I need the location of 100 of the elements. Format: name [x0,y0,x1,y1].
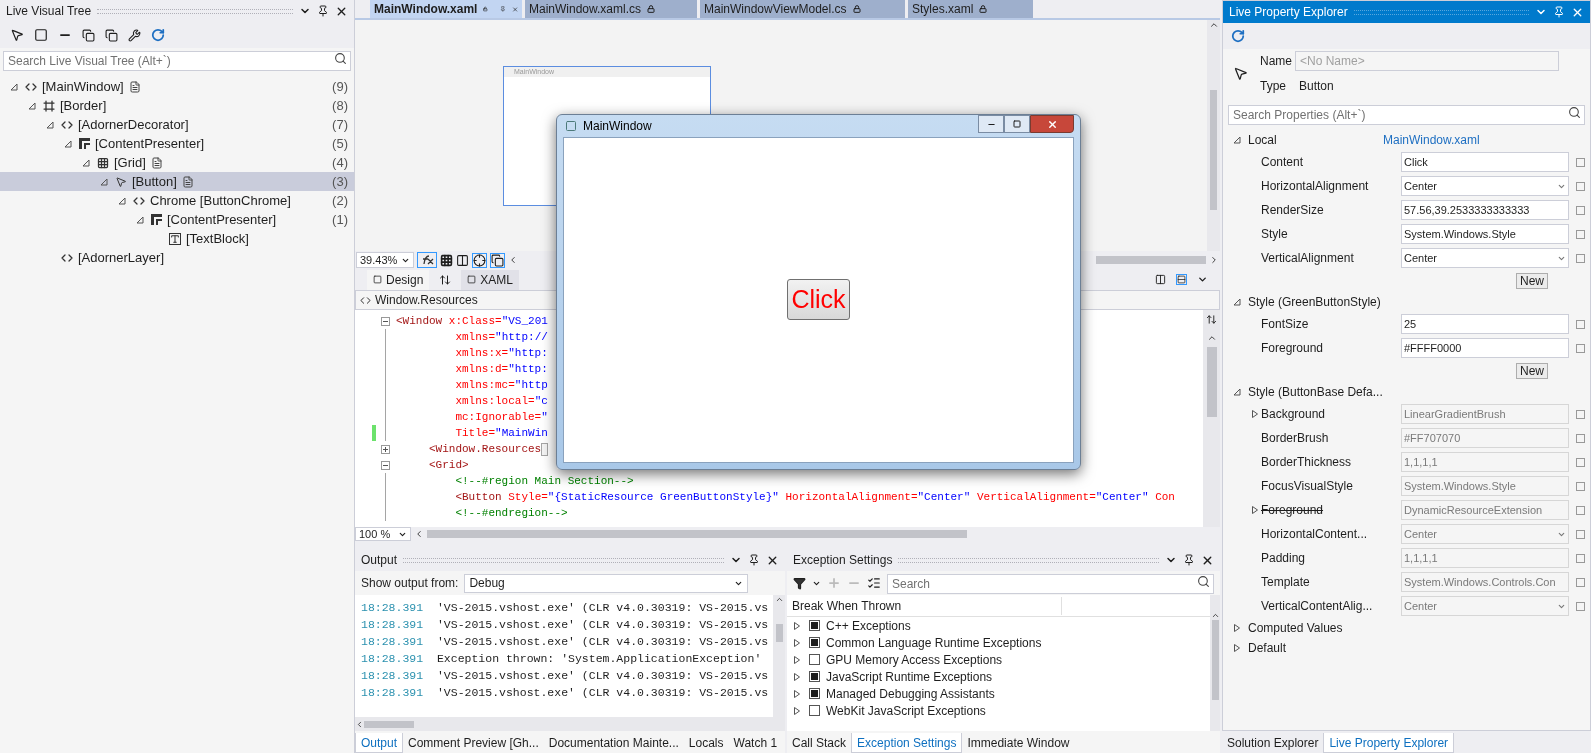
tree-row[interactable]: [TextBlock] [0,229,354,248]
scroll-right-icon[interactable] [1209,255,1219,265]
filter-icon[interactable] [793,576,806,590]
document-icon[interactable] [181,175,194,188]
maximize-icon[interactable] [1013,120,1021,128]
panel-tab[interactable]: Documentation Mainte... [543,733,684,753]
local-value-marker-icon[interactable] [1576,577,1585,587]
pin-icon[interactable] [1183,554,1195,566]
collapsed-region-box[interactable] [541,442,549,456]
local-value-marker-icon[interactable] [1576,157,1585,167]
expand-region-icon[interactable] [381,444,390,454]
expanded-triangle-icon[interactable] [1233,136,1241,144]
checklist-icon[interactable] [867,576,881,590]
close-button[interactable] [1030,115,1074,133]
scrollbar-thumb[interactable] [1210,90,1217,210]
collapse-region-icon[interactable] [381,460,390,470]
property-field[interactable]: #FFFF0000 [1401,338,1569,358]
local-value-marker-icon[interactable] [1576,181,1585,191]
collapsed-triangle-icon[interactable] [793,689,801,698]
view-tab[interactable]: XAML [461,269,520,290]
property-field[interactable]: Click [1401,152,1569,172]
panel-tab[interactable]: Exception Settings [851,733,963,753]
expanded-triangle-icon[interactable] [118,196,126,205]
tree-row[interactable]: [MainWindow] (9) [0,77,354,96]
expanded-triangle-icon[interactable] [82,158,90,167]
expand-all-icon[interactable] [82,28,95,42]
collapse-region-icon[interactable] [381,316,390,326]
panel-tab[interactable]: Locals [683,733,729,753]
search-icon[interactable] [334,52,347,65]
new-button[interactable]: New [1516,363,1548,379]
document-tab[interactable]: MainWindowViewModel.cs [700,0,905,18]
horizontal-split-icon[interactable] [1176,274,1187,285]
scrollbar-thumb[interactable] [775,624,783,642]
local-value-marker-icon[interactable] [1576,481,1585,491]
grid-icon[interactable] [440,253,453,267]
document-tab[interactable]: MainWindow.xaml.cs [525,0,697,18]
local-value-marker-icon[interactable] [1576,343,1585,353]
vertical-split-icon[interactable] [1155,274,1166,285]
horizontal-scrollbar[interactable] [1096,256,1206,264]
local-value-marker-icon[interactable] [1576,505,1585,515]
collapse-pane-icon[interactable] [1197,274,1208,285]
zoom-dropdown[interactable]: 39.43% [356,252,414,268]
layout-icon[interactable] [456,253,469,267]
expanded-triangle-icon[interactable] [64,139,72,148]
wrench-icon[interactable] [128,28,141,42]
source-dropdown[interactable]: Debug [464,573,749,593]
tree-row[interactable]: [AdornerLayer] [0,248,354,267]
panel-tab[interactable]: Comment Preview [Gh... [403,733,544,753]
breadcrumb[interactable]: Window.Resources [375,291,478,309]
panel-tab[interactable]: Watch 1 [728,733,783,753]
expanded-triangle-icon[interactable] [1233,298,1241,306]
zoom-dropdown[interactable]: 100 % [355,527,411,541]
local-value-marker-icon[interactable] [1576,409,1585,419]
local-value-marker-icon[interactable] [1576,433,1585,443]
local-value-marker-icon[interactable] [1576,319,1585,329]
view-tab[interactable]: Design [367,269,430,290]
collapsed-triangle-icon[interactable] [793,672,801,681]
expanded-triangle-icon[interactable] [46,120,54,129]
expanded-triangle-icon[interactable] [100,177,108,186]
local-value-marker-icon[interactable] [1576,457,1585,467]
search-icon[interactable] [1568,106,1581,119]
collapsed-triangle-icon[interactable] [793,655,801,664]
maximize-button[interactable] [1004,115,1030,133]
refresh-icon[interactable] [1231,29,1245,43]
expanded-triangle-icon[interactable] [10,82,18,91]
local-value-marker-icon[interactable] [1576,529,1585,539]
scrollbar-thumb[interactable] [1211,620,1219,700]
panel-tab[interactable]: Live Property Explorer [1323,733,1455,753]
collapsed-triangle-icon[interactable] [1233,624,1241,632]
vertical-scrollbar[interactable] [1210,595,1220,731]
vertical-scrollbar[interactable] [773,595,785,717]
local-value-marker-icon[interactable] [1576,553,1585,563]
property-field[interactable]: 57.56,39.2533333333333 [1401,200,1569,220]
search-icon[interactable] [1197,575,1210,588]
checkbox[interactable] [809,688,820,699]
property-field[interactable]: System.Windows.Style [1401,224,1569,244]
scroll-up-icon[interactable] [1206,333,1217,343]
tree-row[interactable]: Chrome [ButtonChrome] (2) [0,191,354,210]
section-title[interactable]: Computed Values [1248,619,1378,637]
checkbox[interactable] [809,620,820,631]
fx-icon[interactable] [417,252,437,268]
checkbox[interactable] [809,671,820,682]
checkbox[interactable] [809,654,820,665]
collapsed-triangle-icon[interactable] [1233,644,1241,652]
section-title[interactable]: Style (GreenButtonStyle) [1248,293,1378,311]
split-icon[interactable] [1206,314,1217,325]
checkbox[interactable] [809,637,820,648]
scroll-left-icon[interactable] [414,529,424,539]
local-value-marker-icon[interactable] [1576,253,1585,263]
scroll-left-icon[interactable] [355,719,364,729]
snap-icon[interactable] [472,252,487,268]
checkbox[interactable] [809,705,820,716]
search-field[interactable]: Search Properties (Alt+`) [1228,105,1585,125]
scroll-up-icon[interactable] [774,595,784,604]
select-element-icon[interactable] [10,28,24,42]
vertical-scrollbar[interactable] [1203,310,1220,527]
property-dropdown[interactable]: Center [1401,248,1569,268]
pin-icon[interactable] [748,554,760,566]
code-view-icon[interactable] [490,252,505,268]
property-dropdown[interactable]: Center [1401,176,1569,196]
